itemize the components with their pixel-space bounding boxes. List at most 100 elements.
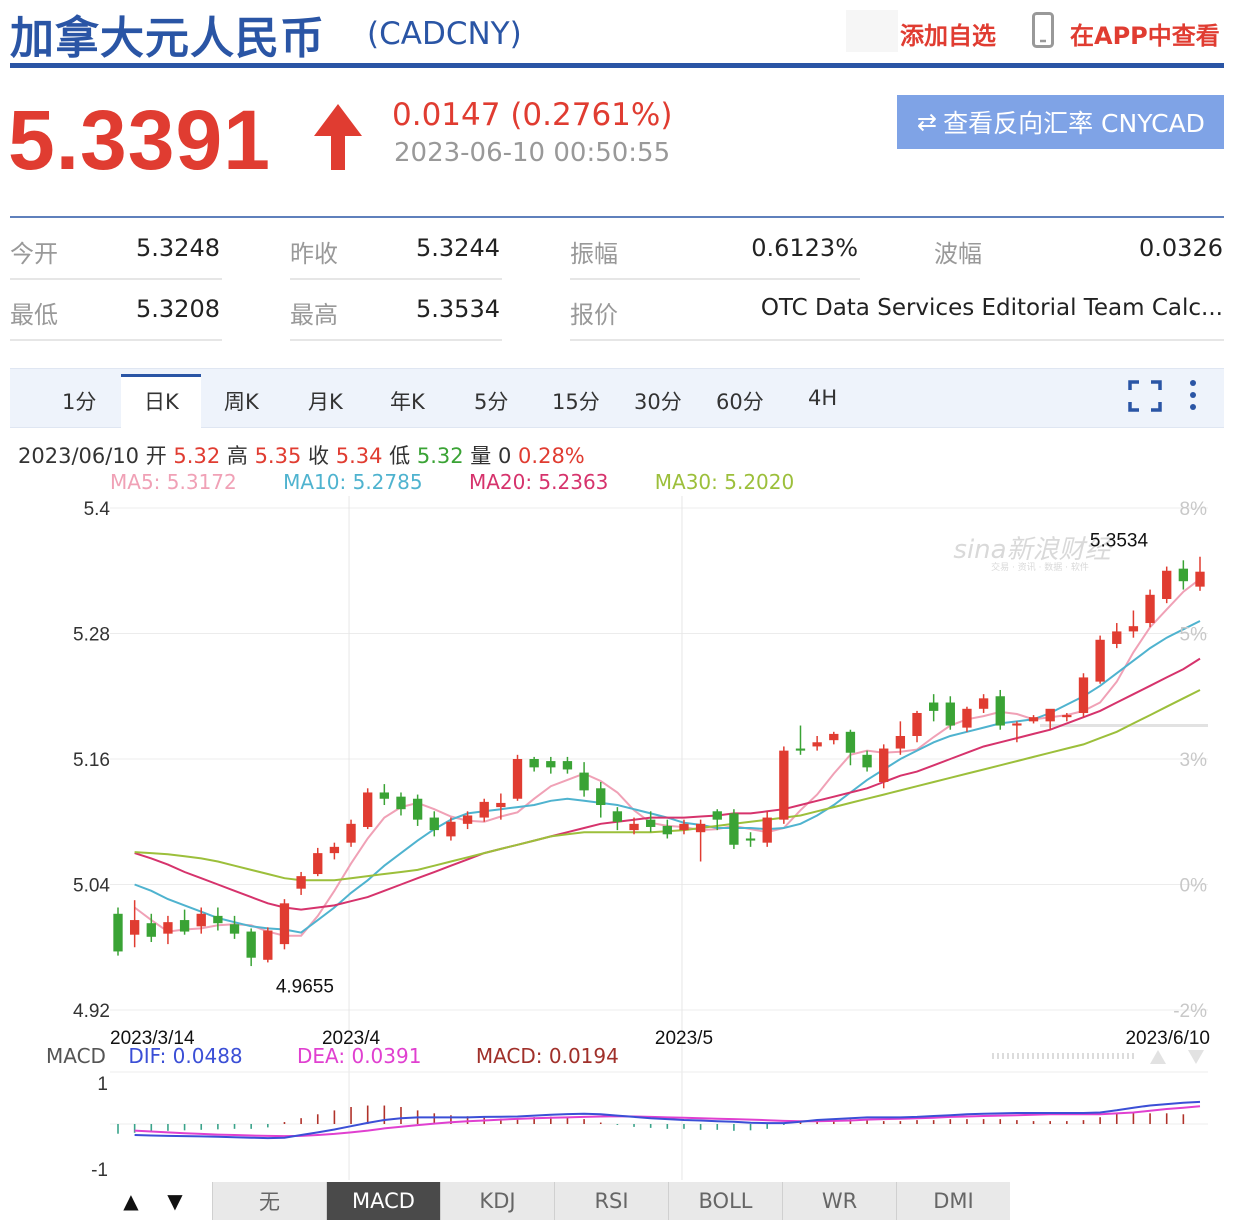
candle-body <box>396 796 406 810</box>
period-tabs: 1分 日K 周K 月K 年K 5分 15分 30分 60分 4H <box>10 368 1224 426</box>
x-tick-label: 2023/6/10 <box>1125 1028 1210 1049</box>
tab-15min[interactable]: 15分 <box>552 386 600 416</box>
y-tick-label: 5.28 <box>73 625 110 646</box>
candle-body <box>146 923 156 937</box>
phone-icon[interactable] <box>1032 12 1054 48</box>
candle-body <box>429 817 439 831</box>
stat-underline <box>290 339 502 341</box>
y-tick-label: 5.04 <box>73 876 110 897</box>
open-label: 开 <box>145 444 167 468</box>
page-title: 加拿大元人民币 <box>10 13 325 64</box>
indicator-tab-kdj[interactable]: KDJ <box>440 1182 554 1220</box>
candle-body <box>363 792 373 827</box>
ma-line-ma5 <box>133 578 1201 937</box>
candle-body <box>1095 639 1105 682</box>
macd-expand-icon <box>1150 1050 1166 1064</box>
candle-body <box>745 838 756 841</box>
candle-body <box>646 819 656 827</box>
stat-value-quote-source: OTC Data Services Editorial Team Calc... <box>760 295 1223 321</box>
candle-body <box>579 772 589 791</box>
tab-5min[interactable]: 5分 <box>474 386 508 416</box>
tab-daily-k[interactable]: 日K <box>144 386 179 416</box>
candle-body <box>962 708 972 728</box>
low-label: 低 <box>389 444 411 468</box>
candle-body <box>945 702 955 726</box>
stat-underline <box>10 339 222 341</box>
candle-body <box>978 698 989 709</box>
current-price: 5.3391 <box>8 93 271 187</box>
stat-value-low: 5.3208 <box>136 295 220 323</box>
close-label: 收 <box>308 444 330 468</box>
candle-body <box>329 846 340 854</box>
candle-body <box>296 876 306 889</box>
stat-label-prev-close: 昨收 <box>290 240 338 268</box>
candle-body <box>995 696 1005 726</box>
watermark-subtitle: 交易 · 资讯 · 数据 · 软件 <box>991 561 1089 573</box>
candle-body <box>446 821 456 837</box>
indicator-tab-macd[interactable]: MACD <box>326 1182 440 1220</box>
candle-body <box>1128 626 1139 632</box>
macd-line-dea <box>134 1105 1201 1138</box>
candle-body <box>795 748 806 751</box>
indicator-tab-none[interactable]: 无 <box>212 1182 326 1220</box>
candle-body <box>1012 723 1022 726</box>
candle-body <box>879 748 889 783</box>
indicator-tab-boll[interactable]: BOLL <box>668 1182 782 1220</box>
candle-body <box>246 931 256 958</box>
quote-timestamp: 2023-06-10 00:50:55 <box>394 138 671 168</box>
header-divider <box>10 63 1224 68</box>
view-in-app-link[interactable]: 在APP中查看 <box>1070 16 1220 51</box>
tab-monthly-k[interactable]: 月K <box>308 386 343 416</box>
macd-y-tick-label: -1 <box>91 1160 108 1180</box>
indicator-tab-rsi[interactable]: RSI <box>554 1182 668 1220</box>
candle-body <box>1178 568 1189 582</box>
pct-change: 0.28% <box>518 444 585 468</box>
stat-label-amplitude: 振幅 <box>570 240 618 268</box>
tab-30min[interactable]: 30分 <box>634 386 682 416</box>
stat-label-low: 最低 <box>10 301 58 329</box>
tab-4h[interactable]: 4H <box>808 386 837 410</box>
candle-body <box>179 920 190 932</box>
y-tick-label: 5.16 <box>73 750 110 771</box>
macd-title: MACD <box>46 1044 106 1068</box>
stat-underline <box>290 278 502 280</box>
y-pct-tick-label: -2% <box>1173 1001 1207 1022</box>
tab-weekly-k[interactable]: 周K <box>224 386 259 416</box>
symbol-code: (CADCNY) <box>367 16 522 52</box>
scroll-up-icon[interactable]: ▲ <box>112 1182 150 1220</box>
add-to-watchlist-button[interactable]: 添加自选 <box>900 16 996 51</box>
candle-body <box>496 802 506 808</box>
candle-body <box>163 922 173 934</box>
low-value: 5.32 <box>416 444 464 468</box>
tab-1min[interactable]: 1分 <box>62 386 96 416</box>
open-value: 5.32 <box>173 444 221 468</box>
view-reverse-rate-button[interactable]: ⇄ 查看反向汇率 CNYCAD <box>897 95 1224 149</box>
stat-value-range: 0.0326 <box>1139 234 1223 262</box>
candle-body <box>1028 717 1039 722</box>
stat-value-open: 5.3248 <box>136 234 220 262</box>
candle-body <box>529 759 539 768</box>
indicator-tab-dmi[interactable]: DMI <box>896 1182 1010 1220</box>
tab-60min[interactable]: 60分 <box>716 386 764 416</box>
candle-body <box>263 930 273 960</box>
candle-body <box>845 731 856 753</box>
more-options-icon[interactable] <box>1186 378 1200 412</box>
kline-chart[interactable]: sina新浪财经交易 · 资讯 · 数据 · 软件 5.45.285.165.0… <box>0 490 1250 1180</box>
fullscreen-icon[interactable] <box>1128 380 1162 412</box>
scroll-down-icon[interactable]: ▼ <box>156 1182 194 1220</box>
macd-legend: MACD DIF: 0.0488 DEA: 0.0391 MACD: 0.019… <box>46 1044 667 1068</box>
high-value: 5.35 <box>254 444 302 468</box>
stat-underline <box>10 278 222 280</box>
candle-body <box>862 754 872 768</box>
indicator-tab-wr[interactable]: WR <box>782 1182 896 1220</box>
close-value: 5.34 <box>335 444 383 468</box>
y-tick-label: 4.92 <box>73 1001 110 1022</box>
volume-label: 量 <box>470 444 492 468</box>
tab-yearly-k[interactable]: 年K <box>390 386 425 416</box>
candle-body <box>712 811 722 820</box>
stats-divider <box>10 216 1224 218</box>
dea-legend: DEA: 0.0391 <box>297 1044 422 1068</box>
candle-body <box>562 761 573 770</box>
candle-body <box>1045 708 1055 722</box>
candle-body <box>196 913 206 927</box>
